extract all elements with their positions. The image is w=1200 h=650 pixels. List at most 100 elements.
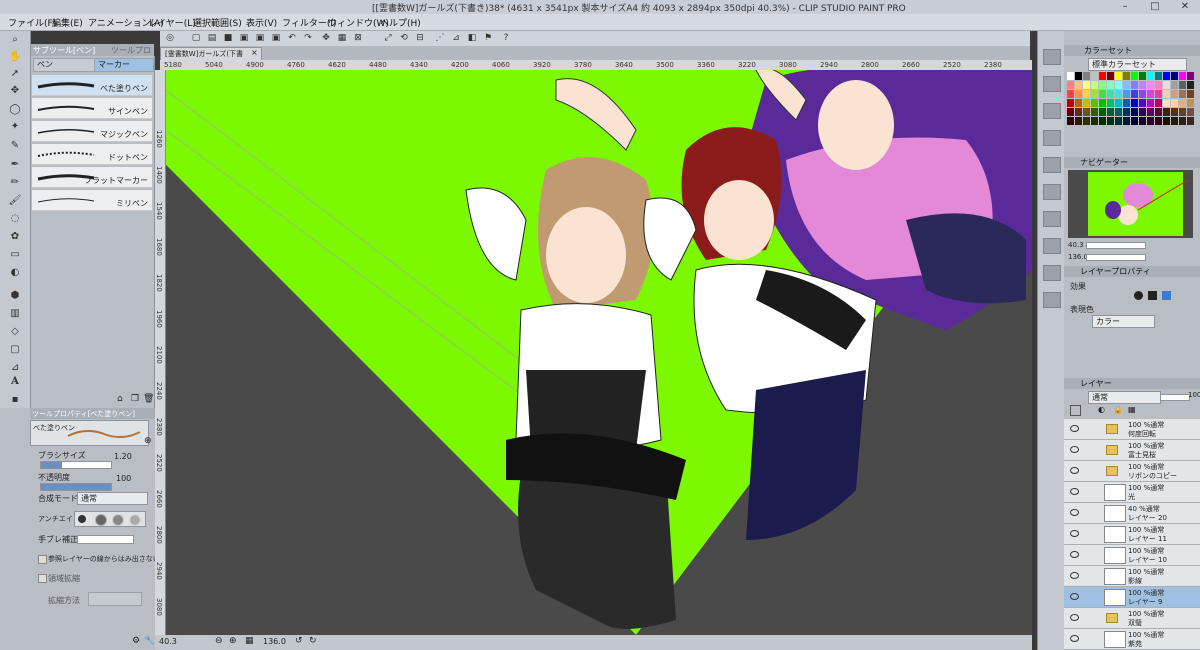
document-tab[interactable]: [霊書数W]ガールズ(下書き)38* ×	[160, 47, 262, 68]
color-swatch[interactable]	[1163, 99, 1170, 107]
sub-view-icon[interactable]	[1043, 184, 1061, 200]
color-swatch[interactable]	[1155, 81, 1162, 89]
brush-tool-icon[interactable]: 🖌	[7, 194, 23, 208]
eye-icon[interactable]	[1070, 572, 1079, 579]
color-swatch[interactable]	[1115, 72, 1122, 80]
approximate-color-icon[interactable]	[1043, 130, 1061, 146]
zoom-value[interactable]: 40.3	[159, 637, 177, 646]
figure-icon[interactable]: ◇	[7, 325, 23, 339]
lock-transparency-icon[interactable]: ▦	[1128, 405, 1136, 414]
tone-effect-icon[interactable]	[1148, 291, 1157, 300]
layer-row[interactable]: 100 %通常 双璧	[1064, 608, 1200, 629]
color-swatch[interactable]	[1147, 117, 1154, 125]
brush-item[interactable]: フラットマーカー	[32, 167, 152, 188]
color-swatch[interactable]	[1131, 117, 1138, 125]
brush-item[interactable]: マジックペン	[32, 121, 152, 142]
color-swatch[interactable]	[1131, 72, 1138, 80]
hand-tool-icon[interactable]: ✋	[7, 50, 23, 64]
redo-icon[interactable]: ↷	[302, 32, 314, 44]
color-swatch[interactable]	[1067, 99, 1074, 107]
navigator-zoom[interactable]: 40.3	[1068, 241, 1084, 249]
color-swatch[interactable]	[1099, 90, 1106, 98]
eye-icon[interactable]	[1070, 446, 1079, 453]
color-swatch[interactable]	[1091, 72, 1098, 80]
decoration-icon[interactable]: ✿	[7, 230, 23, 244]
brush-item[interactable]: ミリペン	[32, 190, 152, 211]
color-swatch[interactable]	[1163, 72, 1170, 80]
color-swatch[interactable]	[1187, 81, 1194, 89]
export-png-icon[interactable]: ▣	[270, 32, 282, 44]
color-swatch[interactable]	[1123, 90, 1130, 98]
subtool-group-pen[interactable]: ペン	[33, 58, 96, 72]
color-swatch[interactable]	[1171, 90, 1178, 98]
layer-opacity-slider[interactable]	[1160, 394, 1190, 401]
intermediate-color-icon[interactable]	[1043, 103, 1061, 119]
color-swatch[interactable]	[1075, 99, 1082, 107]
color-swatch[interactable]	[1139, 90, 1146, 98]
reference-layer-icon[interactable]: ◐	[1098, 405, 1105, 414]
antialias-options[interactable]	[74, 511, 146, 527]
color-swatch[interactable]	[1099, 81, 1106, 89]
layer-row[interactable]: 100 %通常 影線	[1064, 566, 1200, 587]
color-swatch[interactable]	[1091, 90, 1098, 98]
color-swatch[interactable]	[1179, 90, 1186, 98]
fill-icon[interactable]: ⬢	[7, 289, 23, 303]
color-swatch[interactable]	[1083, 117, 1090, 125]
aa-weak-icon[interactable]	[95, 514, 107, 526]
color-swatch[interactable]	[1147, 72, 1154, 80]
eyedropper-icon[interactable]: ✎	[7, 139, 23, 153]
aa-none-icon[interactable]	[78, 515, 86, 523]
color-swatch[interactable]	[1131, 90, 1138, 98]
delete-subtool-icon[interactable]: 🗑	[143, 394, 154, 404]
save-icon[interactable]: ■	[222, 32, 234, 44]
menu-layer[interactable]: レイヤー(L)	[148, 16, 196, 29]
operation-tool-icon[interactable]: ➚	[7, 67, 23, 81]
opacity-value[interactable]: 100	[116, 474, 131, 483]
brush-item[interactable]: べた塗りペン	[32, 75, 152, 96]
color-swatch[interactable]	[1115, 99, 1122, 107]
layer-row[interactable]: 100 %通常 リボンのコピー	[1064, 461, 1200, 482]
auto-select-icon[interactable]: ✦	[7, 120, 23, 134]
color-swatch[interactable]	[1139, 108, 1146, 116]
color-swatch[interactable]	[1075, 72, 1082, 80]
copy-subtool-icon[interactable]: ❐	[131, 394, 139, 404]
subtool-tab-label[interactable]: サブツール[ペン]	[33, 45, 95, 56]
color-swatch[interactable]	[1067, 72, 1074, 80]
color-swatch[interactable]	[1107, 81, 1114, 89]
balloon-icon[interactable]: ▪	[7, 393, 23, 407]
brush-size-slider[interactable]	[40, 461, 112, 469]
color-swatch[interactable]	[1067, 90, 1074, 98]
eye-icon[interactable]	[1070, 488, 1079, 495]
color-swatch[interactable]	[1179, 117, 1186, 125]
animation-icon[interactable]	[1043, 265, 1061, 281]
frame-icon[interactable]: ▢	[7, 343, 23, 357]
layer-search-icon[interactable]	[1043, 238, 1061, 254]
color-swatch[interactable]	[1171, 72, 1178, 80]
color-swatch[interactable]	[1083, 108, 1090, 116]
subtool-group-marker[interactable]: マーカー	[94, 58, 154, 72]
color-swatch[interactable]	[1187, 108, 1194, 116]
color-swatch[interactable]	[1139, 99, 1146, 107]
color-swatch[interactable]	[1155, 117, 1162, 125]
expression-color-select[interactable]: カラー	[1092, 315, 1155, 328]
close-button[interactable]: ✕	[1170, 0, 1200, 13]
layer-blend-select[interactable]: 通常	[1088, 391, 1161, 404]
eye-icon[interactable]	[1070, 425, 1079, 432]
color-swatch[interactable]	[1187, 99, 1194, 107]
eye-icon[interactable]	[1070, 593, 1079, 600]
color-swatch[interactable]	[1099, 108, 1106, 116]
eye-icon[interactable]	[1070, 530, 1079, 537]
color-swatch[interactable]	[1163, 90, 1170, 98]
color-swatch[interactable]	[1147, 108, 1154, 116]
color-swatch[interactable]	[1187, 90, 1194, 98]
blend-mode-select[interactable]: 通常	[77, 492, 148, 505]
color-swatch[interactable]	[1131, 108, 1138, 116]
maximize-button[interactable]: □	[1140, 0, 1170, 13]
rotate-left-icon[interactable]: ↺	[295, 636, 303, 646]
eye-icon[interactable]	[1070, 614, 1079, 621]
export-icon[interactable]: ▣	[238, 32, 250, 44]
text-tool-icon[interactable]: A	[7, 375, 23, 389]
color-set-select[interactable]: 標準カラーセット	[1088, 58, 1187, 71]
menu-edit[interactable]: 編集(E)	[52, 16, 83, 29]
settings-icon[interactable]: ⚙	[132, 636, 140, 646]
